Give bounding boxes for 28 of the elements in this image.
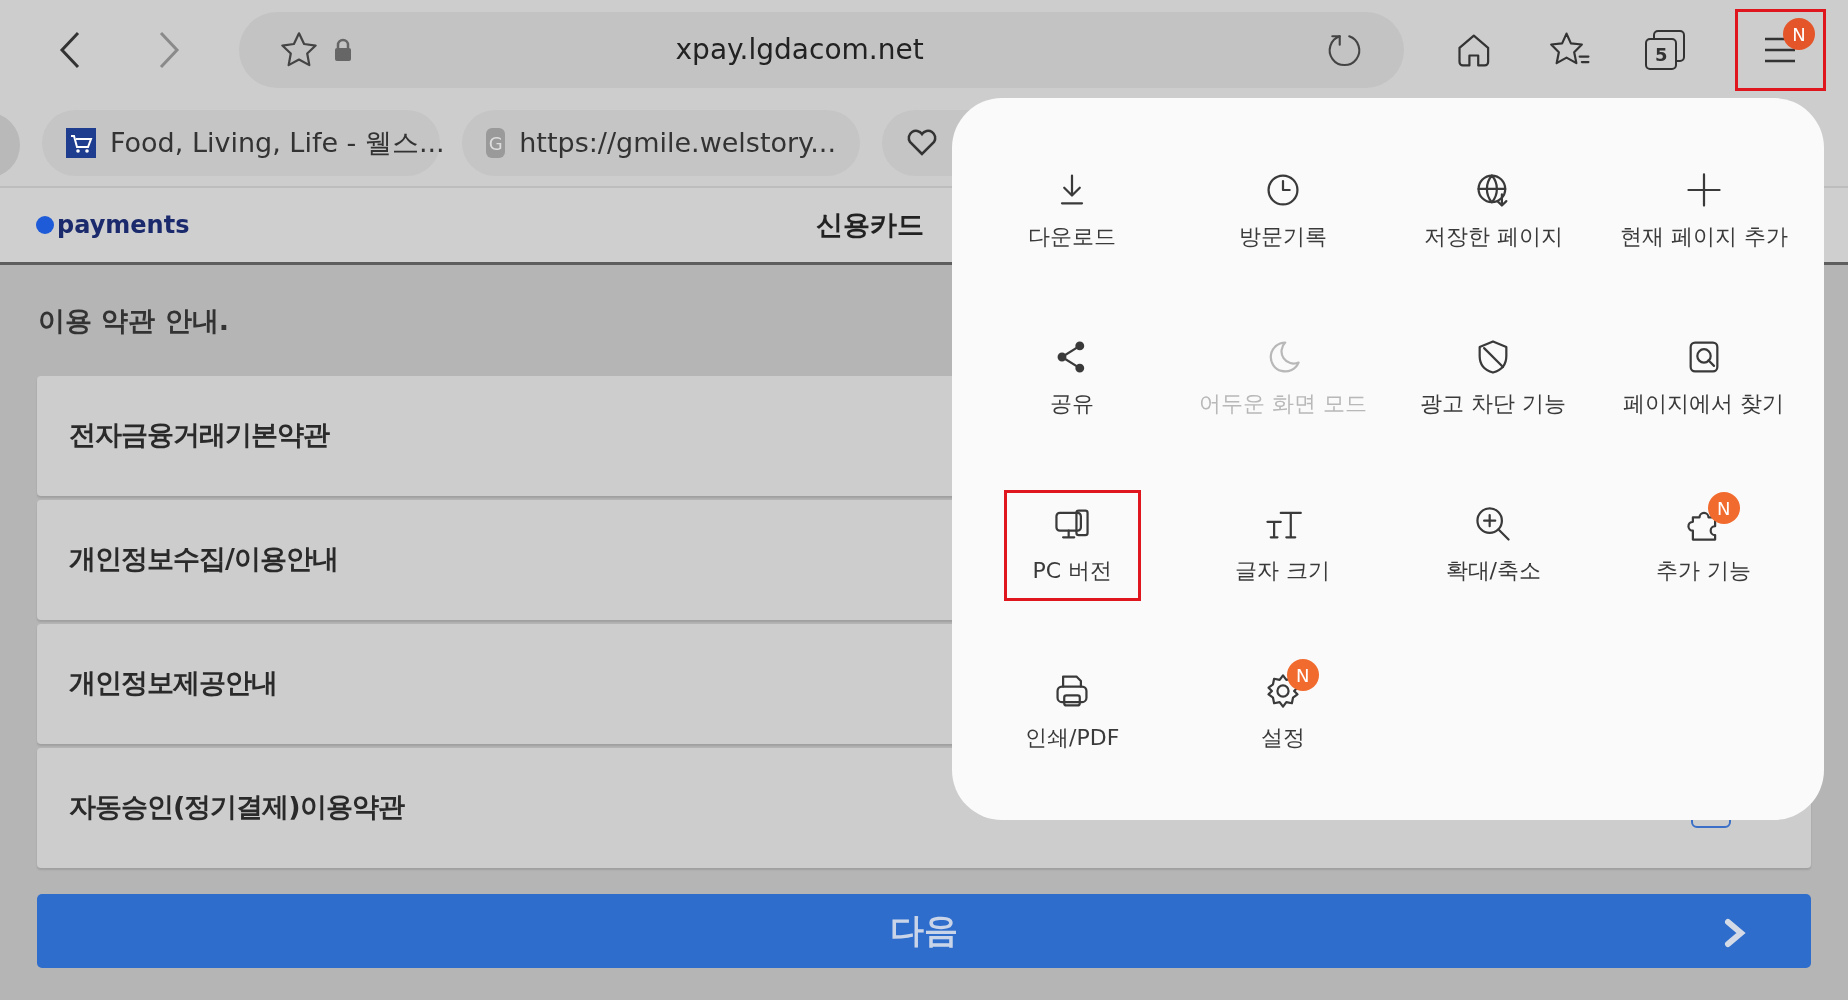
terms-label: 자동승인(정기결제)이용약관: [69, 790, 404, 825]
menu-item[interactable]: PC 버전: [1003, 490, 1141, 601]
favicon: G: [486, 128, 506, 158]
tab-title: https://gmile.welstory...: [519, 125, 836, 160]
terms-label: 전자금융거래기본약관: [69, 418, 329, 453]
notification-badge: N: [1783, 18, 1815, 50]
section-title: 이용 약관 안내.: [37, 304, 231, 338]
page-title: 신용카드: [816, 207, 925, 242]
heart-icon: [906, 129, 938, 157]
address-bar[interactable]: xpay.lgdacom.net: [239, 12, 1404, 88]
browser-tab[interactable]: G https://gmile.welstory...: [462, 110, 860, 176]
notification-badge: N: [1707, 492, 1740, 524]
chevron-right-icon: [1723, 917, 1747, 948]
browser-tab[interactable]: Food, Living, Life - 웰스...: [42, 110, 440, 176]
forward-icon: [158, 31, 181, 69]
menu-button[interactable]: N: [1734, 9, 1826, 91]
back-icon: [58, 31, 81, 69]
terms-label: 개인정보제공안내: [69, 666, 277, 701]
menu-item[interactable]: 방문기록: [1214, 156, 1352, 267]
menu-item[interactable]: 현재 페이지 추가: [1610, 156, 1797, 267]
menu-item[interactable]: 저장한 페이지: [1414, 156, 1572, 267]
terms-label: 개인정보수집/이용안내: [69, 542, 338, 577]
payments-logo: payments: [36, 207, 190, 243]
notification-badge: N: [1286, 659, 1319, 691]
menu-item[interactable]: 다운로드: [1003, 156, 1141, 267]
cart-icon: [66, 128, 96, 158]
url-text: xpay.lgdacom.net: [674, 32, 925, 68]
lock-icon: [333, 38, 354, 62]
